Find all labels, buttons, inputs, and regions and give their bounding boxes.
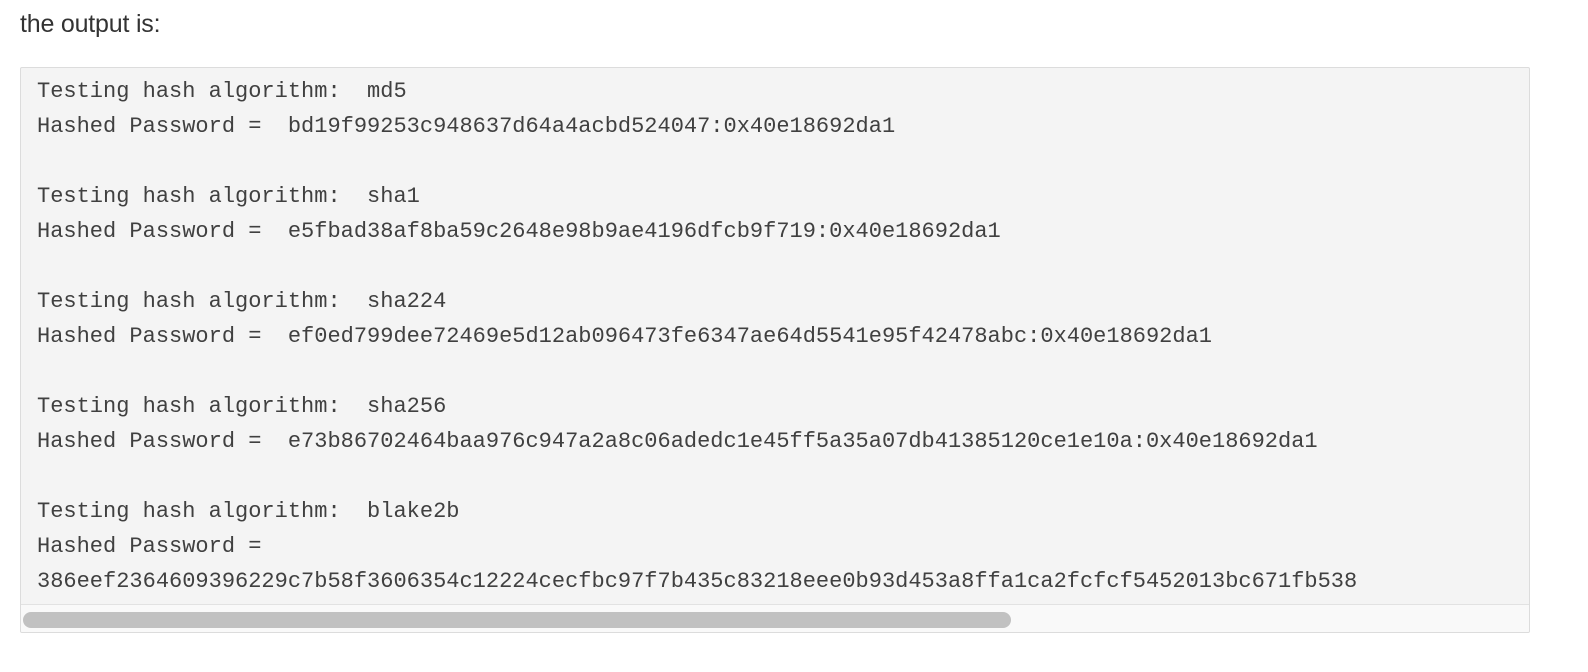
code-line-algorithm-sha256: Testing hash algorithm: sha256: [37, 394, 447, 419]
horizontal-scrollbar[interactable]: [21, 604, 1529, 632]
code-line-algorithm-md5: Testing hash algorithm: md5: [37, 79, 407, 104]
code-output-block: Testing hash algorithm: md5 Hashed Passwo…: [20, 67, 1530, 633]
code-line-algorithm-sha1: Testing hash algorithm: sha1: [37, 184, 420, 209]
code-line-hash-sha224: Hashed Password = ef0ed799dee72469e5d12a…: [37, 324, 1212, 349]
code-scroll-area: Testing hash algorithm: md5 Hashed Passwo…: [21, 68, 1529, 605]
intro-text: the output is:: [20, 10, 161, 38]
code-line-hash-sha256: Hashed Password = e73b86702464baa976c947…: [37, 429, 1318, 454]
code-line-hash-md5: Hashed Password = bd19f99253c948637d64a4…: [37, 114, 896, 139]
code-line-hash-label-blake2b: Hashed Password =: [37, 534, 262, 559]
code-line-algorithm-blake2b: Testing hash algorithm: blake2b: [37, 499, 460, 524]
code-line-algorithm-sha224: Testing hash algorithm: sha224: [37, 289, 447, 314]
code-line-hash-blake2b: 386eef2364609396229c7b58f3606354c12224ce…: [37, 569, 1358, 594]
code-line-hash-sha1: Hashed Password = e5fbad38af8ba59c2648e9…: [37, 219, 1001, 244]
horizontal-scrollbar-thumb[interactable]: [23, 612, 1011, 628]
code-output: Testing hash algorithm: md5 Hashed Passwo…: [37, 74, 1357, 599]
